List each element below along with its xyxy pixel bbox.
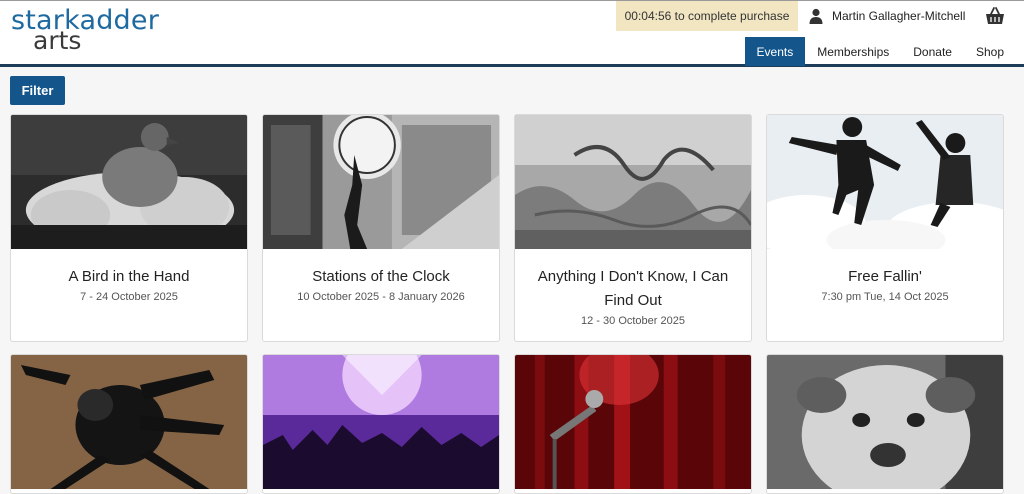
event-card-concert[interactable] [262,354,500,494]
event-card-find-out[interactable]: Anything I Don't Know, I Can Find Out 12… [514,114,752,342]
nav-events[interactable]: Events [744,37,806,66]
event-date: 7 - 24 October 2025 [80,291,178,303]
event-image-clock [263,115,499,249]
user-icon [808,8,824,24]
event-date: 12 - 30 October 2025 [581,315,685,327]
event-image-waves [515,115,751,249]
event-card-bulldog[interactable] [766,354,1004,494]
event-image-pigeon [11,115,247,249]
event-title: Stations of the Clock [312,268,450,285]
event-image-jumpers [767,115,1003,249]
filter-button[interactable]: Filter [10,76,65,105]
nav-donate[interactable]: Donate [901,37,964,66]
purchase-timer: 00:04:56 to complete purchase [616,1,798,31]
event-card-comedy[interactable] [514,354,752,494]
event-title: Free Fallin' [848,268,922,285]
event-card-spider-dog[interactable] [10,354,248,494]
event-date: 10 October 2025 - 8 January 2026 [297,291,465,303]
event-card-bird[interactable]: A Bird in the Hand 7 - 24 October 2025 [10,114,248,342]
account-link[interactable]: Martin Gallagher-Mitchell [808,1,965,31]
main-nav: Events Memberships Donate Shop [744,37,1016,66]
event-card-clock[interactable]: Stations of the Clock 10 October 2025 - … [262,114,500,342]
site-logo[interactable]: starkadder arts [11,7,159,53]
nav-memberships[interactable]: Memberships [805,37,901,66]
event-card-free-fallin[interactable]: Free Fallin' 7:30 pm Tue, 14 Oct 2025 [766,114,1004,342]
basket-icon[interactable] [985,6,1005,26]
timer-text: 00:04:56 to complete purchase [624,9,790,23]
site-header: starkadder arts 00:04:56 to complete pur… [0,0,1024,67]
event-date: 7:30 pm Tue, 14 Oct 2025 [821,291,949,303]
event-title: Anything I Don't Know, I Can Find Out [537,268,729,309]
user-name: Martin Gallagher-Mitchell [832,9,966,23]
event-title: A Bird in the Hand [68,268,190,285]
nav-shop[interactable]: Shop [964,37,1016,66]
